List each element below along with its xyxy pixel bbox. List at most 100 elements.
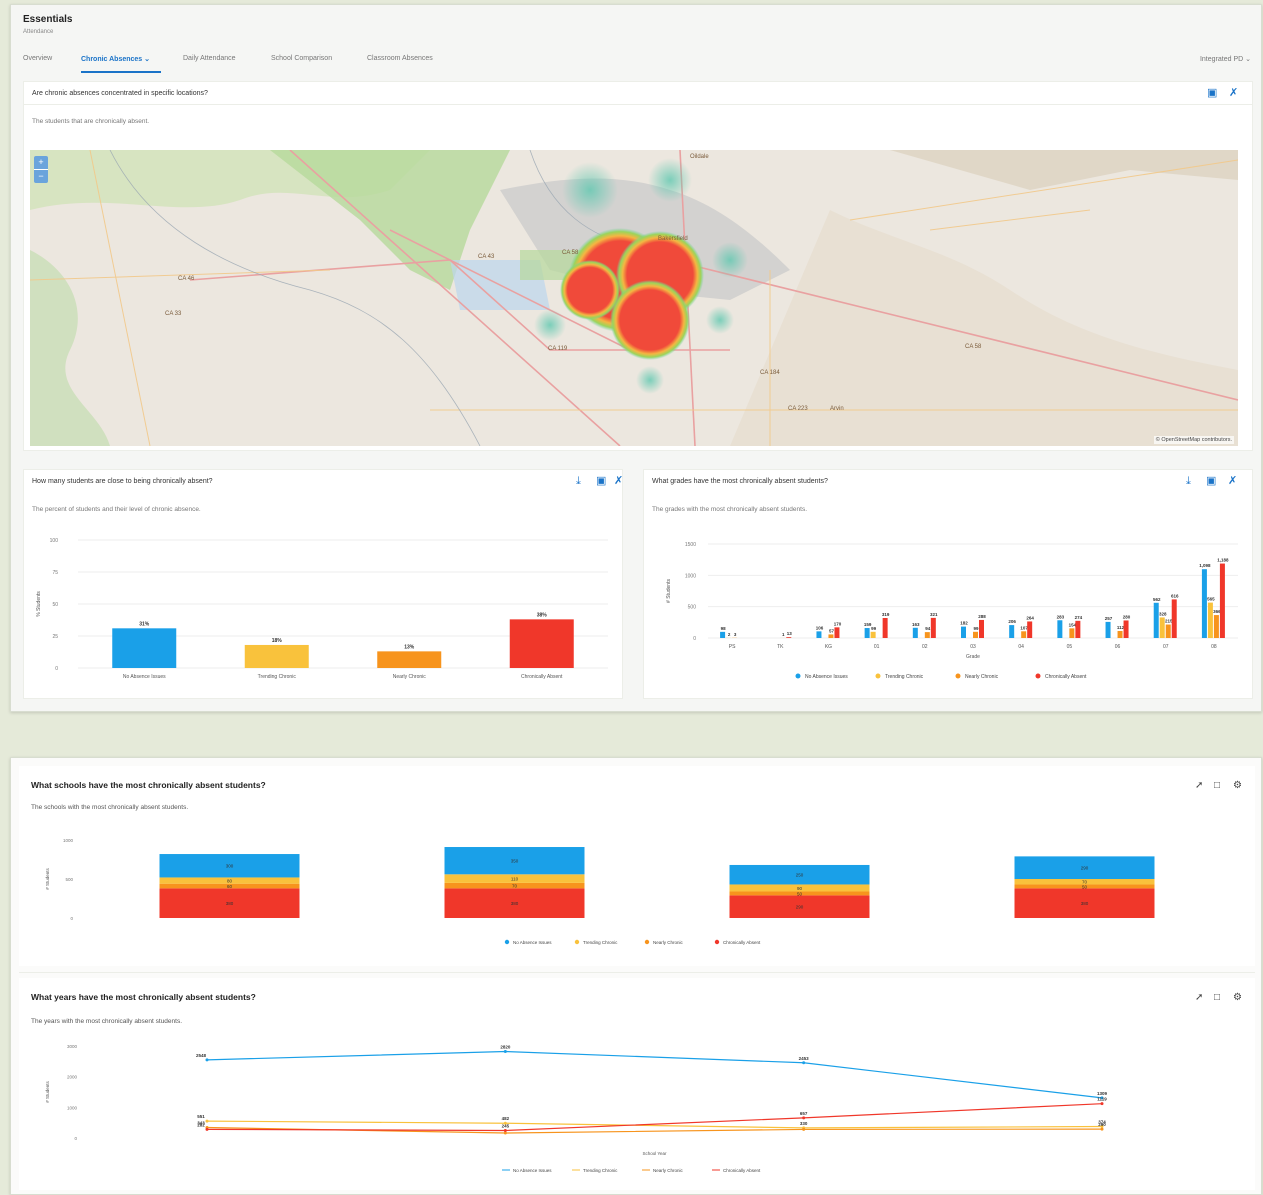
legend-swatch	[875, 673, 881, 679]
bar	[1123, 620, 1129, 638]
bar	[1213, 615, 1219, 638]
divider	[24, 104, 1252, 105]
share-icon[interactable]: ➚	[1195, 781, 1203, 791]
data-label: 80	[227, 879, 233, 884]
data-label: 274	[1075, 615, 1083, 620]
data-label: 170	[834, 621, 842, 626]
x-axis-label: Grade	[966, 654, 980, 660]
tab-chronic-absences-label: Chronic Absences	[81, 56, 143, 63]
share-icon[interactable]: ➚	[1195, 993, 1203, 1003]
bar	[1075, 620, 1081, 638]
tab-overview[interactable]: Overview	[23, 55, 52, 62]
y-axis-label: # Students	[666, 579, 672, 603]
data-label: 38%	[537, 612, 548, 618]
grades-card-title: What grades have the most chronically ab…	[652, 478, 828, 485]
legend-swatch	[574, 939, 580, 945]
x-tick-label: 02	[922, 644, 928, 650]
y-tick-label: 50	[52, 602, 58, 608]
zoom-in-button[interactable]: +	[34, 156, 48, 169]
legend-label: No Absence Issues	[805, 674, 848, 680]
years-card: What years have the most chronically abs…	[19, 978, 1255, 1190]
y-tick-label: 2000	[67, 1075, 78, 1080]
y-tick-label: 0	[70, 916, 73, 921]
levels-card-subtitle: The percent of students and their level …	[32, 506, 201, 513]
data-label: 282	[197, 1122, 205, 1127]
tab-daily-attendance[interactable]: Daily Attendance	[183, 55, 236, 62]
tab-school-comparison[interactable]: School Comparison	[271, 55, 332, 62]
bar	[834, 627, 840, 638]
data-label: 70	[512, 884, 518, 889]
legend-label: Trending Chronic	[583, 940, 618, 945]
zoom-out-button[interactable]: −	[34, 169, 48, 183]
data-point	[503, 1050, 507, 1054]
data-label: 2548	[196, 1053, 207, 1058]
grades-card: What grades have the most chronically ab…	[643, 469, 1253, 699]
tab-chronic-absences[interactable]: Chronic Absences ⌄	[81, 55, 150, 63]
legend-label: Chronically Absent	[723, 1168, 761, 1173]
levels-card: How many students are close to being chr…	[23, 469, 623, 699]
legend-label: Chronically Absent	[723, 940, 761, 945]
svg-text:Arvin: Arvin	[830, 406, 844, 412]
data-label: 565	[1207, 597, 1215, 602]
data-label: 90	[797, 886, 803, 891]
levels-card-title: How many students are close to being chr…	[32, 478, 213, 485]
export-icon[interactable]: ▣	[1206, 476, 1216, 487]
bar	[1057, 620, 1063, 638]
x-tick-label: 01	[874, 644, 880, 650]
export-icon[interactable]: ▣	[596, 476, 606, 487]
settings-icon[interactable]: ✗	[1229, 88, 1238, 99]
data-label: 280	[1123, 614, 1131, 619]
settings-icon[interactable]: ✗	[614, 476, 623, 487]
legend-swatch	[955, 673, 961, 679]
export-icon[interactable]: ▣	[1207, 88, 1217, 99]
data-label: 50	[1082, 884, 1088, 889]
y-tick-label: 75	[52, 570, 58, 576]
x-axis-label: School Year	[642, 1151, 667, 1156]
data-label: 288	[978, 614, 986, 619]
data-label: 380	[1081, 901, 1089, 906]
data-label: 99	[973, 626, 979, 631]
y-tick-label: 25	[52, 634, 58, 640]
settings-icon[interactable]: ⚙	[1233, 781, 1242, 791]
data-label: 94	[925, 626, 931, 631]
export-icon[interactable]: □	[1214, 781, 1220, 791]
export-icon[interactable]: □	[1214, 993, 1220, 1003]
legend-swatch	[504, 939, 510, 945]
bar	[816, 631, 822, 638]
settings-icon[interactable]: ✗	[1228, 476, 1237, 487]
x-tick-label: 05	[1067, 644, 1073, 650]
data-label: 1	[782, 632, 785, 637]
schools-chart: 1000 500 0 # Students 380 6080 300 380 70 110 350 2…	[45, 838, 1155, 945]
data-label: 328	[1159, 611, 1167, 616]
x-tick-label: 06	[1115, 644, 1121, 650]
bar	[961, 626, 966, 638]
x-tick-label: Nearly Chronic	[393, 674, 427, 680]
tab-classroom-absences[interactable]: Classroom Absences	[367, 55, 433, 62]
app-subtitle: Attendance	[23, 29, 54, 35]
schools-card: What schools have the most chronically a…	[19, 766, 1255, 966]
svg-text:CA 58: CA 58	[965, 344, 982, 350]
schools-card-title: What schools have the most chronically a…	[31, 780, 266, 790]
data-label: 206	[1008, 619, 1016, 624]
chevron-down-icon: ⌄	[1245, 56, 1251, 63]
bar	[1009, 625, 1015, 638]
y-tick-label: 1000	[685, 573, 696, 579]
data-label: 2	[728, 632, 731, 637]
x-tick-label: Trending Chronic	[258, 674, 297, 680]
y-axis-label: % Students	[36, 591, 42, 617]
x-tick-label: No Absence Issues	[123, 674, 166, 680]
data-label: 98	[721, 626, 727, 631]
data-label: 264	[1026, 615, 1034, 620]
heatmap-map[interactable]: Bakersfield CA 58 CA 43 CA 119 CA 184 CA…	[30, 150, 1238, 446]
schools-card-subtitle: The schools with the most chronically ab…	[31, 804, 189, 811]
download-icon[interactable]: ⤓	[1186, 476, 1191, 487]
data-point	[802, 1127, 806, 1131]
download-icon[interactable]: ⤓	[576, 476, 581, 487]
settings-icon[interactable]: ⚙	[1233, 993, 1242, 1003]
data-label: 1309	[1097, 1091, 1108, 1096]
data-label: 13%	[404, 644, 415, 650]
data-label: 3	[734, 632, 737, 637]
bar	[870, 631, 876, 638]
org-selector[interactable]: Integrated PD ⌄	[1200, 55, 1251, 63]
data-point	[205, 1119, 209, 1123]
